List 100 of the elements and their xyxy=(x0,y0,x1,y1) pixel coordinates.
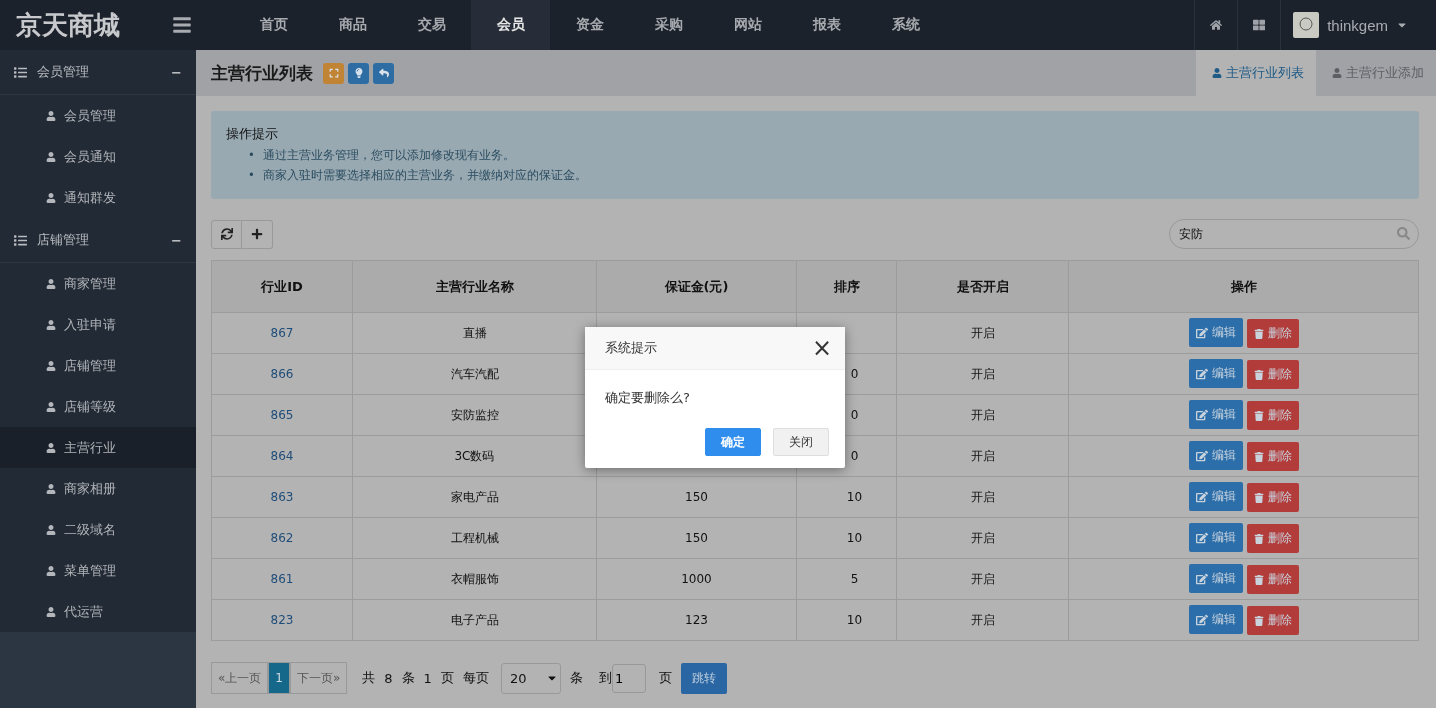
delete-button[interactable]: 删除 xyxy=(1246,483,1299,512)
edit-button[interactable]: 编辑 xyxy=(1188,441,1243,470)
user-icon xyxy=(46,360,56,371)
user-icon xyxy=(46,524,56,535)
nav-item[interactable]: 交易 xyxy=(392,0,471,50)
id-link[interactable]: 823 xyxy=(270,613,294,627)
pager-text: 条 xyxy=(401,669,415,687)
id-link[interactable]: 866 xyxy=(270,367,294,381)
sidebar-item[interactable]: 会员通知 xyxy=(0,136,196,177)
prev-page-button[interactable]: «上一页 xyxy=(211,662,269,694)
column-header: 保证金(元) xyxy=(596,260,797,313)
back-icon[interactable] xyxy=(373,62,394,84)
sidebar-item[interactable]: 二级域名 xyxy=(0,509,196,550)
sidebar-item[interactable]: 通知群发 xyxy=(0,177,196,218)
sidebar-item[interactable]: 代运营 xyxy=(0,591,196,632)
cancel-button[interactable]: 关闭 xyxy=(773,428,829,456)
sidebar-item[interactable]: 店铺管理 xyxy=(0,345,196,386)
nav-item[interactable]: 商品 xyxy=(313,0,392,50)
table-cell: 安防监控 xyxy=(450,407,499,422)
edit-button[interactable]: 编辑 xyxy=(1188,605,1243,634)
edit-button[interactable]: 编辑 xyxy=(1188,564,1243,593)
id-link[interactable]: 861 xyxy=(270,572,294,586)
add-button[interactable] xyxy=(242,219,273,249)
delete-button[interactable]: 删除 xyxy=(1246,565,1299,594)
nav-item[interactable]: 首页 xyxy=(234,0,313,50)
pager-text: 到 xyxy=(598,669,612,687)
table-cell: 开启 xyxy=(970,407,995,422)
table-cell: 开启 xyxy=(970,530,995,545)
user-icon xyxy=(46,483,56,494)
nav-item[interactable]: 采购 xyxy=(629,0,708,50)
plus-icon xyxy=(251,228,263,240)
sidebar-item[interactable]: 店铺等级 xyxy=(0,386,196,427)
table-cell: 电子产品 xyxy=(450,612,499,627)
sidebar-item[interactable]: 菜单管理 xyxy=(0,550,196,591)
trash-icon xyxy=(1253,369,1264,380)
lightbulb-icon[interactable] xyxy=(348,62,369,84)
table-cell: 家电产品 xyxy=(450,489,499,504)
sidebar-group[interactable]: 店铺管理 − xyxy=(0,218,196,263)
page-button[interactable]: 1 xyxy=(268,662,290,694)
search-field[interactable]: 安防 xyxy=(1169,219,1419,249)
table-cell: 开启 xyxy=(970,448,995,463)
id-link[interactable]: 864 xyxy=(270,449,294,463)
id-link[interactable]: 863 xyxy=(270,490,294,504)
jump-button[interactable]: 跳转 xyxy=(680,662,727,694)
id-link[interactable]: 862 xyxy=(270,531,294,545)
edit-icon xyxy=(1195,367,1208,380)
table-cell: 5 xyxy=(850,572,859,586)
tip-text: 通过主营业务管理，您可以添加修改现有业务。 xyxy=(262,147,515,164)
edit-icon xyxy=(1195,490,1208,503)
sidebar-item[interactable]: 商家管理 xyxy=(0,263,196,304)
edit-button[interactable]: 编辑 xyxy=(1188,400,1243,429)
edit-icon xyxy=(1195,408,1208,421)
delete-button[interactable]: 删除 xyxy=(1246,401,1299,430)
page-input[interactable]: 1 xyxy=(611,663,646,693)
tab[interactable]: 主营行业添加 xyxy=(1316,50,1436,96)
nav-item[interactable]: 会员 xyxy=(471,0,550,50)
edit-button[interactable]: 编辑 xyxy=(1188,318,1243,347)
close-button[interactable]: × xyxy=(811,336,832,360)
delete-button[interactable]: 删除 xyxy=(1246,360,1299,389)
delete-button[interactable]: 删除 xyxy=(1246,524,1299,553)
trash-icon xyxy=(1253,574,1264,585)
user-icon xyxy=(46,110,56,121)
tab[interactable]: 主营行业列表 xyxy=(1196,50,1316,96)
delete-button[interactable]: 删除 xyxy=(1246,606,1299,635)
trash-icon xyxy=(1253,492,1264,503)
user-icon xyxy=(46,192,56,203)
sidebar-item[interactable]: 入驻申请 xyxy=(0,304,196,345)
table-cell: 150 xyxy=(685,531,708,545)
page-size-select[interactable]: 20 xyxy=(500,662,561,694)
trash-icon xyxy=(1253,533,1264,544)
edit-button[interactable]: 编辑 xyxy=(1188,482,1243,511)
table-cell: 开启 xyxy=(970,489,995,504)
logo: 京天商城 xyxy=(15,8,121,42)
sidebar-item[interactable]: 主营行业 xyxy=(0,427,196,468)
next-page-button[interactable]: 下一页» xyxy=(290,662,348,694)
id-link[interactable]: 865 xyxy=(270,408,294,422)
table-cell: 开启 xyxy=(970,366,995,381)
nav-item[interactable]: 网站 xyxy=(708,0,787,50)
confirm-button[interactable]: 确定 xyxy=(705,428,761,456)
edit-icon xyxy=(1195,613,1208,626)
table-cell: 工程机械 xyxy=(450,530,499,545)
user-icon xyxy=(46,401,56,412)
table-cell: 汽车汽配 xyxy=(450,366,499,381)
refresh-button[interactable] xyxy=(211,219,242,249)
edit-button[interactable]: 编辑 xyxy=(1188,359,1243,388)
delete-button[interactable]: 删除 xyxy=(1246,319,1299,348)
column-header: 主营行业名称 xyxy=(352,260,597,313)
edit-button[interactable]: 编辑 xyxy=(1188,523,1243,552)
nav-item[interactable]: 报表 xyxy=(787,0,866,50)
sidebar-item[interactable]: 商家相册 xyxy=(0,468,196,509)
delete-button[interactable]: 删除 xyxy=(1246,442,1299,471)
table-cell: 10 xyxy=(846,613,863,627)
id-link[interactable]: 867 xyxy=(270,326,294,340)
nav-item[interactable]: 资金 xyxy=(550,0,629,50)
pager-text: 8 xyxy=(384,670,393,686)
nav-item[interactable]: 系统 xyxy=(866,0,945,50)
table-cell: 1000 xyxy=(681,572,712,586)
sidebar-item[interactable]: 会员管理 xyxy=(0,95,196,136)
user-icon xyxy=(46,565,56,576)
user-icon xyxy=(46,278,56,289)
